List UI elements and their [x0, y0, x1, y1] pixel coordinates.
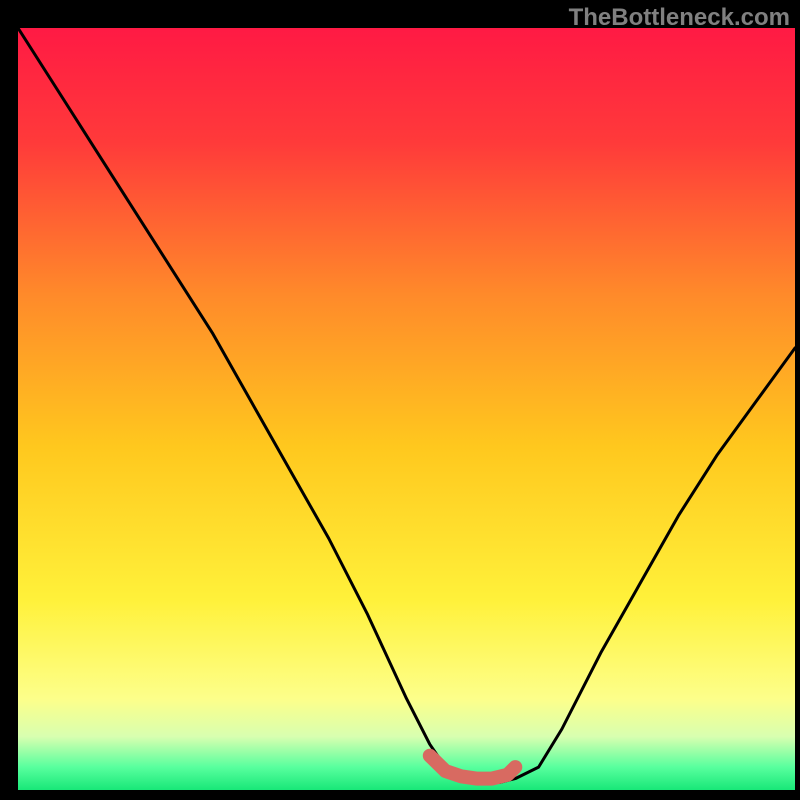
frame-border — [795, 0, 800, 800]
chart-container: TheBottleneck.com — [0, 0, 800, 800]
plot-background — [18, 28, 795, 790]
watermark-text: TheBottleneck.com — [569, 4, 790, 32]
frame-border — [0, 0, 18, 800]
frame-border — [0, 790, 800, 800]
bottleneck-chart — [0, 0, 800, 800]
